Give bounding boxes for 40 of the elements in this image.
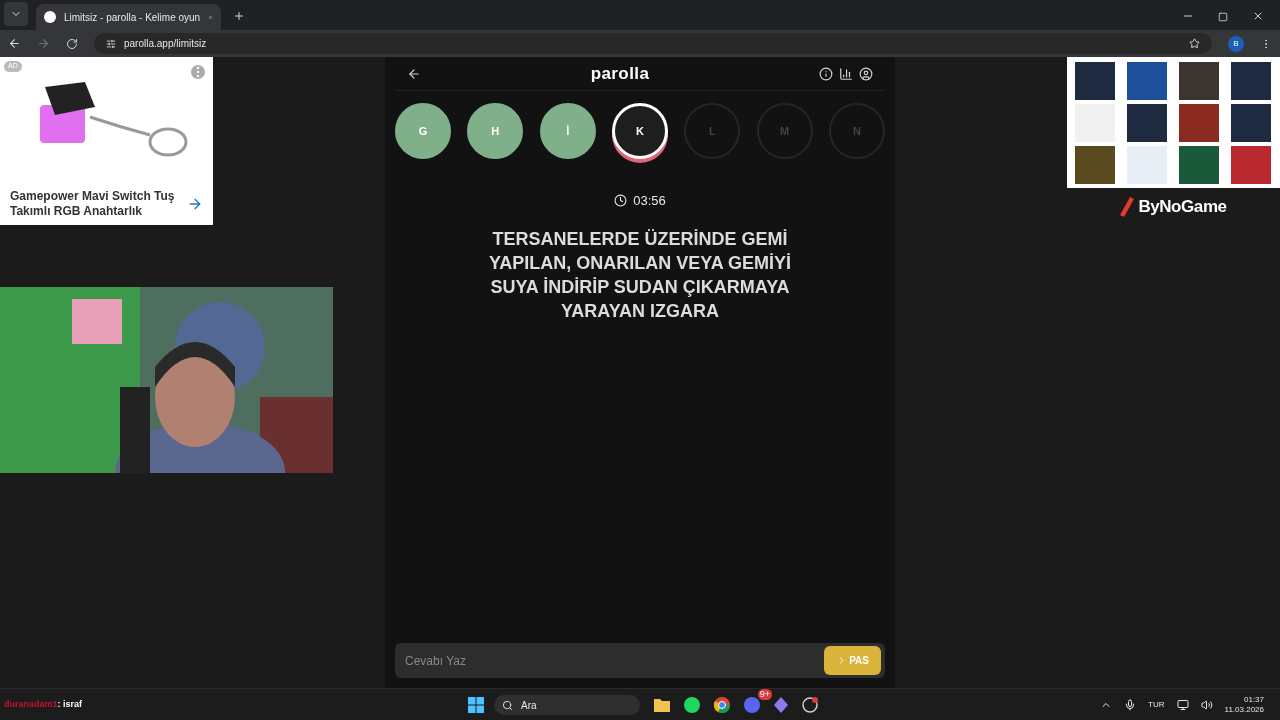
profile-avatar[interactable]: B bbox=[1228, 35, 1244, 52]
site-settings-icon bbox=[106, 38, 116, 49]
question-text: TERSANELERDE ÜZERİNDE GEMİ YAPILAN, ONARILAN VEYA GEMİYİ SUYA İNDİRİP SUDAN ÇIKARMAYA YARAYAN IZGARA bbox=[487, 227, 793, 323]
site-favicon bbox=[44, 11, 56, 23]
windows-icon[interactable] bbox=[468, 697, 484, 713]
logo-icon bbox=[1120, 197, 1135, 217]
folder-icon[interactable] bbox=[654, 698, 670, 712]
new-tab-icon[interactable] bbox=[233, 10, 245, 22]
chat-message: duranadam1: israf bbox=[4, 697, 83, 711]
reload-icon[interactable] bbox=[66, 37, 78, 50]
timer: 03:56 bbox=[633, 192, 666, 210]
browser-icon[interactable] bbox=[714, 697, 730, 713]
stats-icon[interactable] bbox=[839, 66, 853, 81]
microphone-icon[interactable] bbox=[1124, 698, 1137, 711]
profile-icon[interactable] bbox=[859, 66, 873, 81]
language-indicator[interactable]: TUR bbox=[1148, 698, 1165, 711]
back-icon[interactable] bbox=[8, 37, 21, 50]
music-app-icon[interactable] bbox=[684, 697, 700, 713]
back-icon[interactable] bbox=[407, 66, 421, 81]
display-icon[interactable] bbox=[1176, 698, 1189, 711]
clock-icon bbox=[614, 194, 628, 208]
forward-icon[interactable] bbox=[37, 37, 50, 50]
clock[interactable]: 01:37 11.03.2026 bbox=[1224, 694, 1264, 715]
browser-tab[interactable]: Limitsiz - parolla - Kelime oyun bbox=[36, 4, 221, 30]
ad-title: Gamepower Mavi Switch Tuş Takımlı RGB Anahtarlık bbox=[10, 188, 175, 219]
game-title: parolla bbox=[589, 62, 651, 85]
taskbar-search[interactable]: Ara bbox=[494, 695, 640, 715]
app-icon[interactable] bbox=[802, 697, 818, 713]
address-bar[interactable]: parolla.app/limitsiz bbox=[94, 33, 1212, 54]
info-icon[interactable] bbox=[819, 66, 833, 81]
restore-icon[interactable] bbox=[1218, 12, 1228, 22]
bookmark-icon[interactable] bbox=[1189, 38, 1200, 49]
sponsor-logo: ByNoGame bbox=[1138, 196, 1227, 219]
diamond-app-icon[interactable] bbox=[774, 697, 788, 713]
close-icon[interactable] bbox=[1252, 10, 1264, 22]
tab-list-button[interactable] bbox=[4, 2, 28, 26]
search-icon bbox=[502, 699, 513, 711]
notification-badge: 9+ bbox=[757, 689, 772, 700]
chat-app-icon[interactable] bbox=[744, 697, 760, 713]
volume-icon[interactable] bbox=[1200, 698, 1213, 711]
